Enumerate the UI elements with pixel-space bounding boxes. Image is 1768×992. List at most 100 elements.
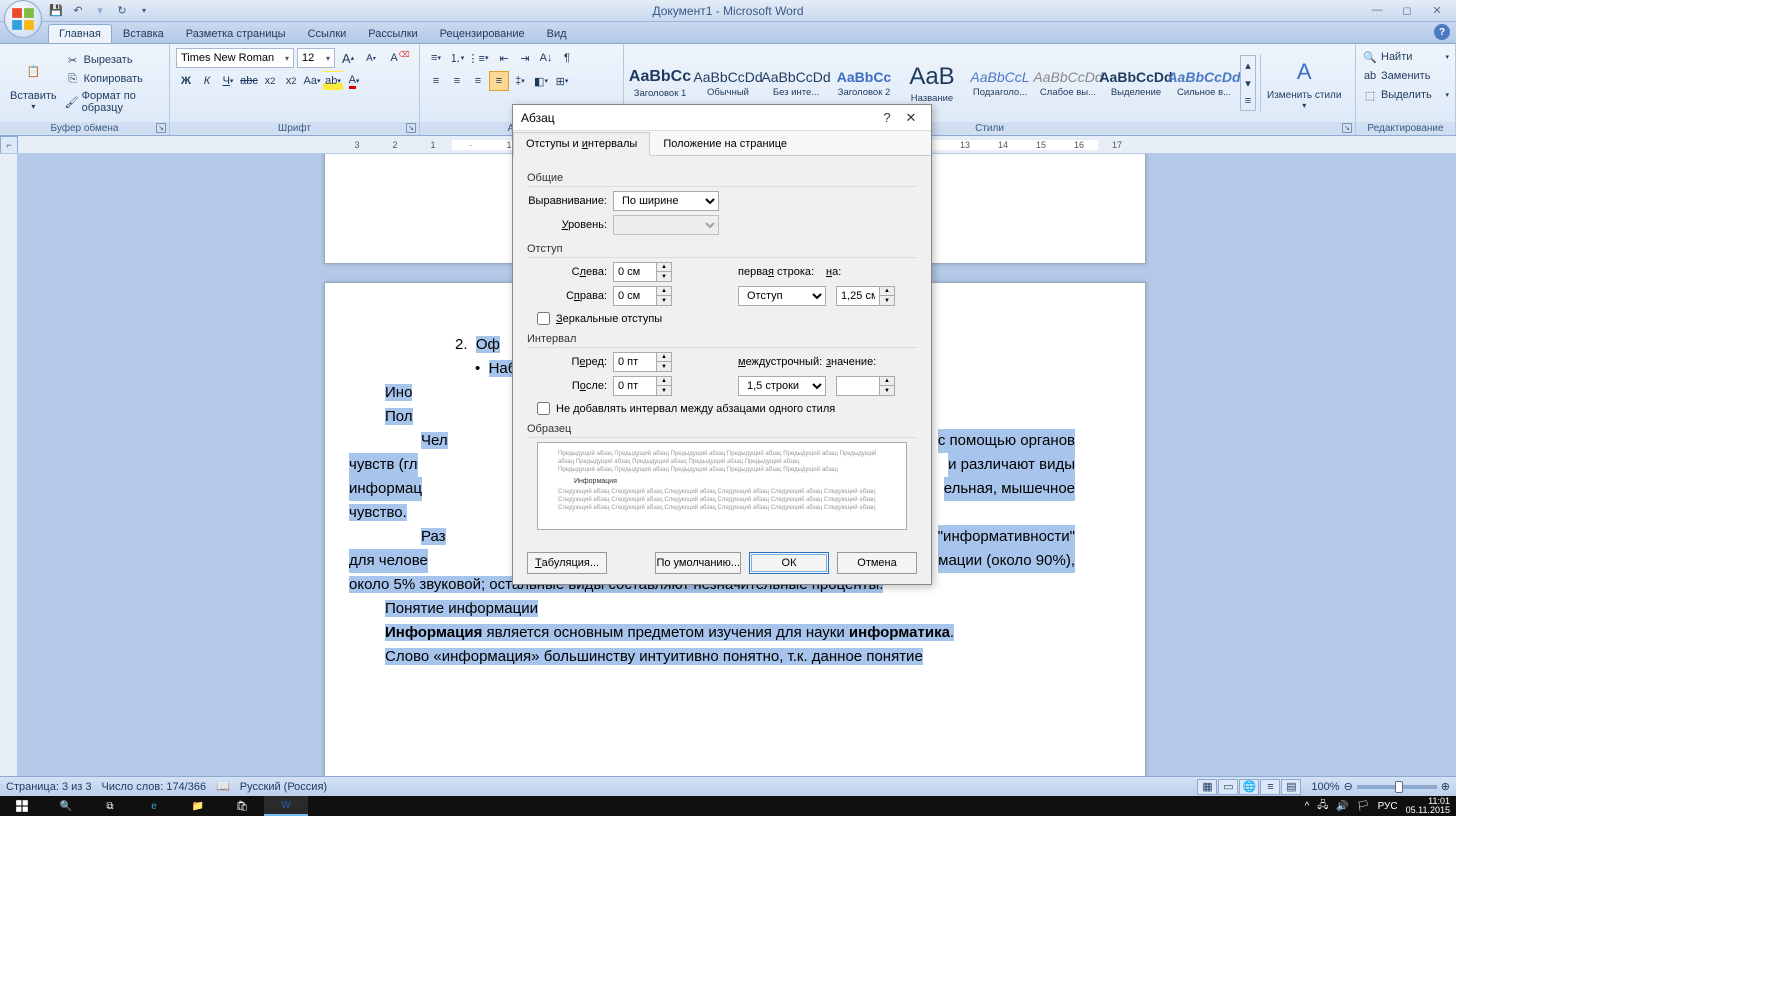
qat-customize[interactable]: ▾ <box>136 3 152 19</box>
after-spin[interactable]: ▲▼ <box>657 376 672 396</box>
view-outline[interactable]: ≡ <box>1260 779 1280 795</box>
firstline-select[interactable]: Отступ <box>738 286 826 306</box>
qat-redo[interactable]: ↻ <box>114 3 130 19</box>
clipboard-launcher[interactable]: ↘ <box>156 123 166 133</box>
after-input[interactable] <box>613 376 657 396</box>
align-justify-button[interactable]: ≡ <box>489 71 509 91</box>
search-button[interactable]: 🔍 <box>44 796 88 816</box>
tray-lang[interactable]: РУС <box>1378 801 1398 812</box>
select-button[interactable]: ⬚Выделить▾ <box>1360 86 1451 104</box>
tab-view[interactable]: Вид <box>536 24 578 43</box>
tab-references[interactable]: Ссылки <box>297 24 358 43</box>
tray-clock[interactable]: 11:0105.11.2015 <box>1406 797 1450 815</box>
copy-button[interactable]: ⎘Копировать <box>63 70 165 88</box>
before-input[interactable] <box>613 352 657 372</box>
indent-left-input[interactable] <box>613 262 657 282</box>
tab-position[interactable]: Положение на странице <box>650 132 800 156</box>
default-button[interactable]: По умолчанию... <box>655 552 741 574</box>
minimize-button[interactable]: — <box>1362 0 1392 20</box>
font-color-button[interactable]: A▾ <box>344 71 364 91</box>
ok-button[interactable]: ОК <box>749 552 829 574</box>
maximize-button[interactable]: ◻ <box>1392 0 1422 20</box>
italic-button[interactable]: К <box>197 71 217 91</box>
tray-volume-icon[interactable]: 🔊 <box>1336 801 1348 812</box>
tray-up[interactable]: ^ <box>1305 801 1310 812</box>
firstline-by-spin[interactable]: ▲▼ <box>880 286 895 306</box>
zoom-value[interactable]: 100% <box>1311 781 1339 793</box>
tab-home[interactable]: Главная <box>48 24 112 43</box>
style-emphasis[interactable]: AaBbCcDdВыделение <box>1102 54 1170 112</box>
office-button[interactable] <box>4 0 42 38</box>
gallery-up[interactable]: ▴ <box>1241 56 1255 74</box>
underline-button[interactable]: Ч▾ <box>218 71 238 91</box>
view-draft[interactable]: ▤ <box>1281 779 1301 795</box>
numbering-button[interactable]: ⒈▾ <box>447 48 467 68</box>
sort-button[interactable]: A↓ <box>536 48 556 68</box>
decrease-indent-button[interactable]: ⇤ <box>494 48 514 68</box>
help-button[interactable]: ? <box>1434 24 1450 40</box>
tabs-button[interactable]: Табуляция... <box>527 552 607 574</box>
status-words[interactable]: Число слов: 174/366 <box>102 781 207 793</box>
style-subtitle[interactable]: AaBbCcLПодзаголо... <box>966 54 1034 112</box>
status-page[interactable]: Страница: 3 из 3 <box>6 781 92 793</box>
edge-button[interactable]: e <box>132 796 176 816</box>
strike-button[interactable]: abc <box>239 71 259 91</box>
indent-left-spin[interactable]: ▲▼ <box>657 262 672 282</box>
clear-format-button[interactable]: A⌫ <box>384 48 404 68</box>
cancel-button[interactable]: Отмена <box>837 552 917 574</box>
indent-right-input[interactable] <box>613 286 657 306</box>
font-name-combo[interactable]: Times New Roman▾ <box>176 48 294 68</box>
find-button[interactable]: 🔍Найти▾ <box>1360 48 1451 66</box>
store-button[interactable]: 🛍 <box>220 796 264 816</box>
zoom-slider[interactable] <box>1357 785 1437 789</box>
cut-button[interactable]: ✂Вырезать <box>63 51 165 69</box>
tray-flag-icon[interactable]: 🏳 <box>1357 801 1370 812</box>
replace-button[interactable]: abЗаменить <box>1360 67 1451 85</box>
zoom-in[interactable]: ⊕ <box>1441 780 1450 793</box>
mirror-checkbox[interactable] <box>537 312 550 325</box>
tray-network-icon[interactable]: 🖧 <box>1317 798 1328 815</box>
multilevel-button[interactable]: ⋮≡▾ <box>468 48 488 68</box>
dialog-titlebar[interactable]: Абзац ? ✕ <box>513 105 931 131</box>
linespacing-by-spin[interactable]: ▲▼ <box>880 376 895 396</box>
tab-mailings[interactable]: Рассылки <box>357 24 428 43</box>
view-fullscreen[interactable]: ▭ <box>1218 779 1238 795</box>
word-button[interactable]: W <box>264 796 308 816</box>
style-subtle-emph[interactable]: AaBbCcDdСлабое вы... <box>1034 54 1102 112</box>
alignment-select[interactable]: По ширине <box>613 191 719 211</box>
start-button[interactable] <box>0 796 44 816</box>
line-spacing-button[interactable]: ‡▾ <box>510 71 530 91</box>
zoom-out[interactable]: ⊖ <box>1344 780 1353 793</box>
show-marks-button[interactable]: ¶ <box>557 48 577 68</box>
linespacing-select[interactable]: 1,5 строки <box>738 376 826 396</box>
bullets-button[interactable]: ≡▾ <box>426 48 446 68</box>
align-center-button[interactable]: ≡ <box>447 71 467 91</box>
tab-indents[interactable]: Отступы и интервалы <box>513 132 650 156</box>
align-left-button[interactable]: ≡ <box>426 71 446 91</box>
qat-undo[interactable]: ↶ <box>70 3 86 19</box>
align-right-button[interactable]: ≡ <box>468 71 488 91</box>
format-painter-button[interactable]: 🖌Формат по образцу <box>63 89 165 115</box>
subscript-button[interactable]: x2 <box>260 71 280 91</box>
vertical-ruler[interactable] <box>0 154 18 776</box>
shrink-font-button[interactable]: A▾ <box>361 48 381 68</box>
view-web[interactable]: 🌐 <box>1239 779 1259 795</box>
gallery-down[interactable]: ▾ <box>1241 74 1255 92</box>
tab-review[interactable]: Рецензирование <box>429 24 536 43</box>
qat-save[interactable]: 💾 <box>48 3 64 19</box>
status-language[interactable]: Русский (Россия) <box>240 781 327 793</box>
linespacing-by-input[interactable] <box>836 376 880 396</box>
bold-button[interactable]: Ж <box>176 71 196 91</box>
font-launcher[interactable]: ↘ <box>406 123 416 133</box>
highlight-button[interactable]: ab▾ <box>323 71 343 91</box>
grow-font-button[interactable]: A▴ <box>338 48 358 68</box>
tab-insert[interactable]: Вставка <box>112 24 175 43</box>
superscript-button[interactable]: x2 <box>281 71 301 91</box>
shading-button[interactable]: ◧▾ <box>531 71 551 91</box>
taskview-button[interactable]: ⧉ <box>88 796 132 816</box>
font-size-combo[interactable]: 12▾ <box>297 48 335 68</box>
styles-launcher[interactable]: ↘ <box>1342 123 1352 133</box>
status-proof-icon[interactable]: 📖 <box>216 780 230 793</box>
before-spin[interactable]: ▲▼ <box>657 352 672 372</box>
dialog-help[interactable]: ? <box>875 108 899 128</box>
